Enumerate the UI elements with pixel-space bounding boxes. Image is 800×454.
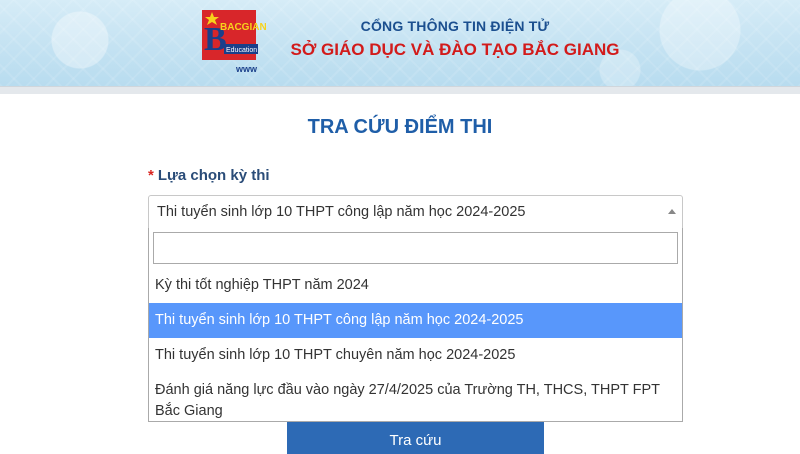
- header-text: CỔNG THÔNG TIN ĐIỆN TỬ SỞ GIÁO DỤC VÀ ĐÀ…: [290, 18, 620, 60]
- header-title: SỞ GIÁO DỤC VÀ ĐÀO TẠO BẮC GIANG: [290, 40, 620, 59]
- header-subtitle: CỔNG THÔNG TIN ĐIỆN TỬ: [360, 18, 550, 34]
- required-mark: *: [148, 167, 154, 184]
- logo-text: BACGIANG: [220, 22, 266, 33]
- page-title: TRA CỨU ĐIỂM THI: [307, 116, 493, 138]
- exam-dropdown: Kỳ thi tốt nghiệp THPT năm 2024 Thi tuyể…: [148, 228, 683, 422]
- dropdown-search-input[interactable]: [153, 232, 678, 264]
- exam-select-value: Thi tuyển sinh lớp 10 THPT công lập năm …: [157, 204, 526, 220]
- exam-option[interactable]: Thi tuyển sinh lớp 10 THPT chuyên năm họ…: [149, 338, 682, 373]
- exam-options-list: Kỳ thi tốt nghiệp THPT năm 2024 Thi tuyể…: [149, 268, 682, 429]
- exam-option[interactable]: Kỳ thi tốt nghiệp THPT năm 2024: [149, 268, 682, 303]
- site-logo[interactable]: B BACGIANG Education www: [198, 8, 266, 76]
- chevron-up-icon[interactable]: [668, 209, 676, 214]
- logo-www: www: [235, 64, 258, 74]
- exam-select-label-text: Lựa chọn kỳ thi: [157, 167, 270, 184]
- site-header: B BACGIANG Education www CỔNG THÔNG TIN …: [0, 0, 800, 86]
- search-button[interactable]: Tra cứu: [287, 422, 544, 454]
- header-divider: [0, 86, 800, 94]
- exam-select-label: * Lựa chọn kỳ thi: [148, 167, 270, 184]
- exam-select[interactable]: Thi tuyển sinh lớp 10 THPT công lập năm …: [148, 195, 683, 229]
- logo-sub: Education: [226, 47, 257, 54]
- exam-option[interactable]: Đánh giá năng lực đầu vào ngày 27/4/2025…: [149, 373, 682, 429]
- exam-option-selected[interactable]: Thi tuyển sinh lớp 10 THPT công lập năm …: [149, 303, 682, 338]
